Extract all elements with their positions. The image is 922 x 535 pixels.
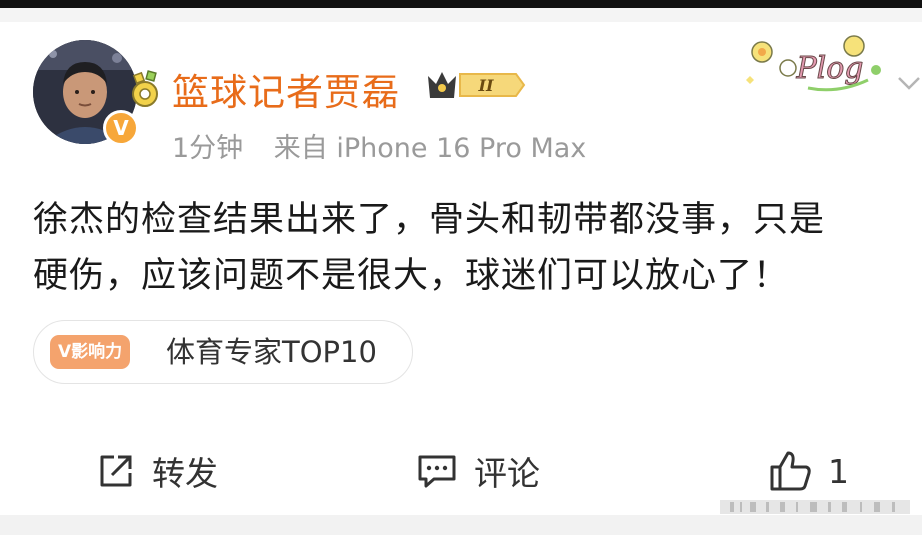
repost-button[interactable]: 转发 bbox=[96, 446, 218, 496]
avatar-pendant-icon bbox=[132, 70, 158, 107]
chevron-down-icon[interactable] bbox=[896, 70, 922, 96]
post-time: 1分钟 bbox=[172, 133, 244, 164]
post-text: 徐杰的检查结果出来了，骨头和韧带都没事，只是 硬伤，应该问题不是很大，球迷们可以… bbox=[33, 200, 826, 296]
username[interactable]: 篮球记者贾磊 bbox=[172, 62, 400, 116]
like-button[interactable]: 1 bbox=[768, 446, 849, 496]
repost-label: 转发 bbox=[152, 454, 218, 493]
like-count: 1 bbox=[828, 451, 849, 491]
verified-badge: V bbox=[103, 110, 139, 146]
plog-decoration-icon: Plog bbox=[746, 35, 881, 92]
comment-box-icon bbox=[418, 455, 456, 488]
thumbs-up-icon bbox=[770, 451, 811, 491]
top-bar bbox=[0, 0, 922, 8]
comment-button[interactable]: 评论 bbox=[416, 446, 540, 496]
share-square-icon bbox=[100, 455, 132, 487]
bottom-strip bbox=[0, 515, 922, 535]
comment-label: 评论 bbox=[474, 454, 540, 493]
separator bbox=[0, 8, 922, 22]
level-text: II bbox=[478, 76, 494, 95]
influence-tag[interactable]: V影响力 体育专家TOP10 bbox=[33, 320, 413, 384]
avatar-wrapper[interactable]: V bbox=[33, 40, 158, 146]
post-source: 来自 iPhone 16 Pro Max bbox=[273, 133, 587, 164]
level-badge-icon: II bbox=[428, 72, 526, 98]
watermark-barcode-icon bbox=[720, 500, 910, 514]
post-meta: 1分钟 来自 iPhone 16 Pro Max bbox=[172, 126, 586, 165]
influence-label: 体育专家TOP10 bbox=[166, 335, 377, 369]
influence-badge: V影响力 bbox=[50, 335, 131, 369]
